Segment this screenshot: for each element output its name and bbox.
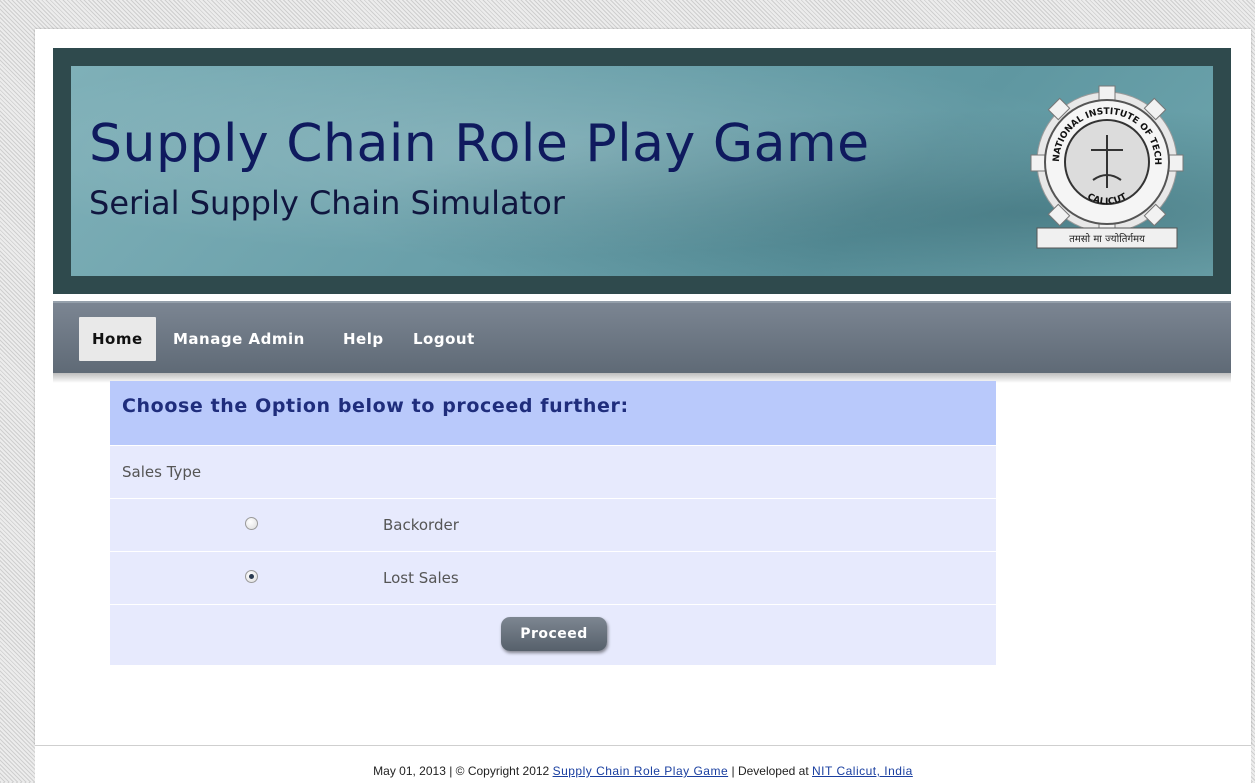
lost-sales-label: Lost Sales (383, 569, 459, 587)
nit-calicut-link[interactable]: NIT Calicut, India (812, 764, 913, 778)
institute-logo: NATIONAL INSTITUTE OF TECHNOLOGY CALICUT… (1029, 80, 1184, 249)
backorder-label: Backorder (383, 516, 459, 534)
section-row: Sales Type (110, 446, 996, 499)
site-banner: Supply Chain Role Play Game Serial Suppl… (53, 48, 1231, 294)
banner-image: Supply Chain Role Play Game Serial Suppl… (71, 66, 1213, 276)
form-heading-band: Choose the Option below to proceed furth… (110, 381, 996, 446)
submit-row: Proceed (110, 605, 996, 665)
site-title: Supply Chain Role Play Game (89, 114, 870, 174)
backorder-radio[interactable] (245, 517, 258, 530)
sales-type-label: Sales Type (122, 463, 202, 481)
nav-logout[interactable]: Logout (413, 317, 475, 361)
proceed-button[interactable]: Proceed (501, 617, 607, 651)
page-container: Supply Chain Role Play Game Serial Suppl… (35, 29, 1251, 745)
nav-manage-admin[interactable]: Manage Admin (173, 317, 305, 361)
main-navbar: Home Manage Admin Help Logout (53, 301, 1231, 375)
game-link[interactable]: Supply Chain Role Play Game (553, 764, 729, 778)
option-row-backorder: Backorder (110, 499, 996, 552)
site-subtitle: Serial Supply Chain Simulator (89, 184, 565, 222)
option-row-lost-sales: Lost Sales (110, 552, 996, 605)
footer-copyright: May 01, 2013 | © Copyright 2012 (373, 764, 553, 778)
lost-sales-radio[interactable] (245, 570, 258, 583)
form-heading: Choose the Option below to proceed furth… (122, 395, 629, 417)
nav-help[interactable]: Help (343, 317, 384, 361)
footer-developed-at: | Developed at (728, 764, 812, 778)
footer: May 01, 2013 | © Copyright 2012 Supply C… (35, 745, 1251, 783)
logo-motto: तमसो मा ज्योतिर्गमय (1069, 233, 1145, 245)
footer-text: May 01, 2013 | © Copyright 2012 Supply C… (35, 764, 1251, 778)
nav-home[interactable]: Home (79, 317, 156, 361)
option-form: Choose the Option below to proceed furth… (110, 381, 996, 665)
